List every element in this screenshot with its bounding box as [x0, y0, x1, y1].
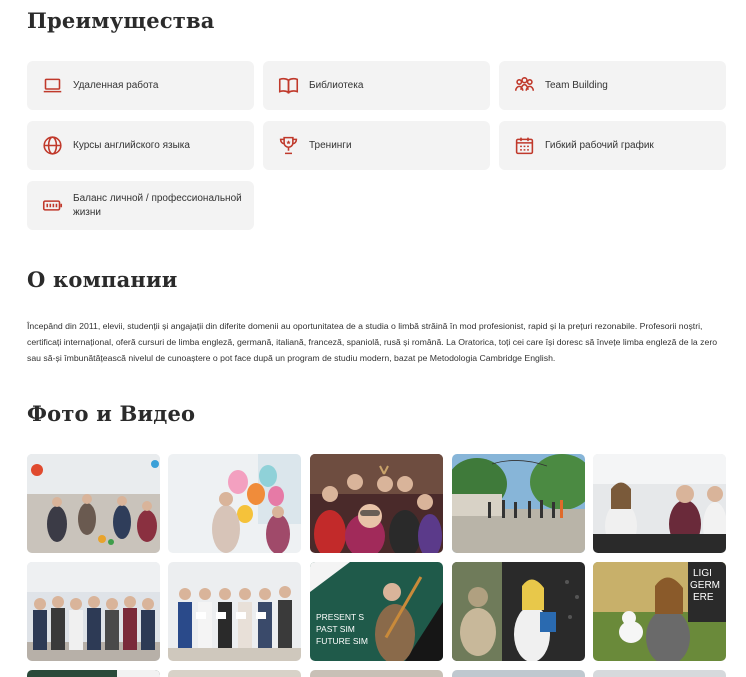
photo-text-side3: ERE [693, 592, 714, 603]
battery-icon [41, 195, 63, 217]
benefit-label: Курсы английского языка [73, 139, 190, 151]
benefit-label: Баланс личной / профессиональной жизни [73, 192, 242, 218]
gallery-photo[interactable] [27, 562, 160, 661]
gallery-photo[interactable] [168, 670, 301, 677]
benefit-trainings: Тренинги [263, 121, 490, 170]
benefit-flexible-schedule: Гибкий рабочий график [499, 121, 726, 170]
photo-text-side2: GERM [690, 580, 720, 591]
about-title: О компании [27, 267, 178, 292]
benefit-team-building: Team Building [499, 61, 726, 110]
calendar-icon [513, 135, 535, 157]
benefit-library: Библиотека [263, 61, 490, 110]
gallery-photo[interactable] [452, 670, 585, 677]
trophy-icon [277, 135, 299, 157]
benefit-label: Тренинги [309, 139, 352, 151]
photo-text-future: FUTURE SIM [316, 636, 368, 646]
gallery-photo[interactable] [27, 670, 160, 677]
photo-text-past: PAST SIM [316, 624, 355, 634]
about-text: Începând din 2011, elevii, studenții și … [27, 321, 718, 363]
gallery-photo[interactable] [168, 454, 301, 553]
gallery-photo[interactable] [310, 454, 443, 553]
photo-text-side1: LIGI [693, 568, 712, 579]
laptop-icon [41, 75, 63, 97]
benefit-label: Гибкий рабочий график [545, 139, 654, 151]
benefit-remote-work: Удаленная работа [27, 61, 254, 110]
gallery-photo[interactable]: LIGI GERM ERE [593, 562, 726, 661]
gallery-photo[interactable] [593, 454, 726, 553]
gallery-photo[interactable] [452, 454, 585, 553]
benefit-label: Библиотека [309, 79, 364, 91]
media-title: Фото и Видео [27, 401, 196, 426]
globe-icon [41, 135, 63, 157]
team-icon [513, 75, 535, 97]
photo-text-present: PRESENT S [316, 612, 364, 622]
gallery-photo[interactable]: PRESENT S PAST SIM FUTURE SIM [310, 562, 443, 661]
benefit-label: Удаленная работа [73, 79, 159, 91]
gallery-photo[interactable] [452, 562, 585, 661]
gallery-photo[interactable] [168, 562, 301, 661]
benefits-title: Преимущества [27, 8, 215, 33]
gallery-photo[interactable] [27, 454, 160, 553]
benefit-english-courses: Курсы английского языка [27, 121, 254, 170]
benefit-label: Team Building [545, 79, 608, 91]
benefit-work-life-balance: Баланс личной / профессиональной жизни [27, 181, 254, 230]
gallery-photo[interactable] [593, 670, 726, 677]
gallery-photo[interactable] [310, 670, 443, 677]
book-icon [277, 75, 299, 97]
